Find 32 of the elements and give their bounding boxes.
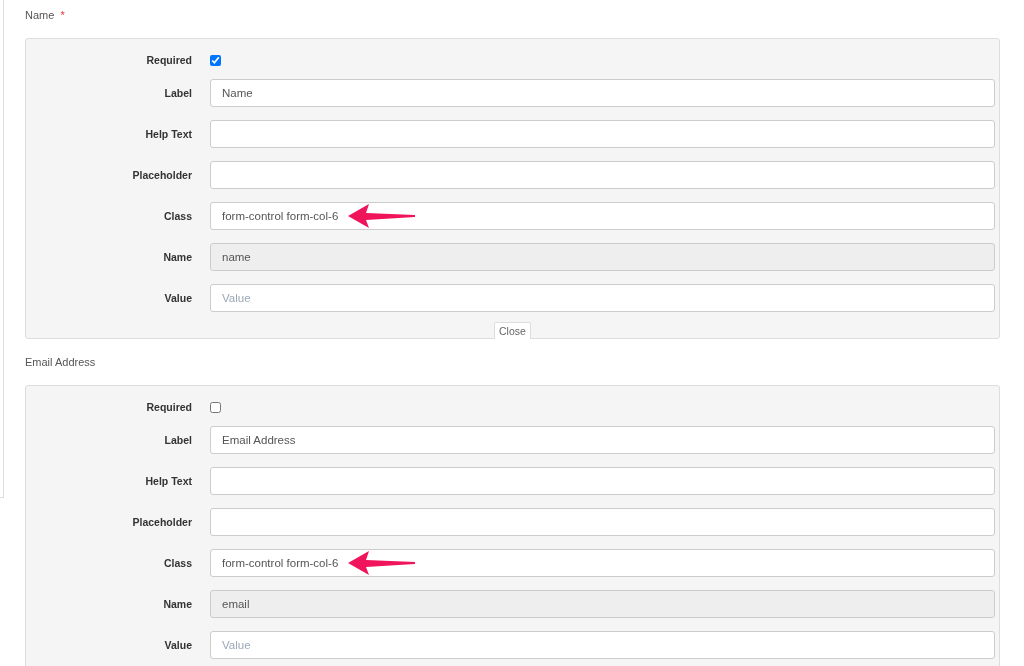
text-input[interactable]: Name	[210, 78, 995, 107]
field-label: Placeholder	[131, 168, 192, 181]
text-input[interactable]: Value	[210, 630, 995, 659]
text-input[interactable]: Email Address	[210, 425, 995, 454]
field-label: Value	[163, 291, 192, 304]
readonly-input[interactable]: email	[210, 589, 995, 618]
field-label: Label	[163, 86, 192, 99]
field-label: Help Text	[144, 127, 192, 140]
field-heading: Email Address	[25, 356, 96, 368]
field-label: Value	[163, 638, 192, 651]
text-input[interactable]	[210, 160, 995, 189]
field-label: Help Text	[144, 474, 192, 487]
field-label: Required	[145, 54, 192, 66]
required-checkbox[interactable]	[210, 401, 221, 413]
readonly-input[interactable]: name	[210, 242, 995, 271]
field-label: Class	[162, 556, 192, 569]
field-label: Label	[163, 433, 192, 446]
field-label: Class	[162, 209, 192, 222]
text-input[interactable]: form-control form-col-6	[210, 548, 995, 577]
field-label: Placeholder	[131, 515, 192, 528]
field-label: Name	[162, 250, 192, 263]
text-input[interactable]: Value	[210, 283, 995, 312]
text-input[interactable]	[210, 507, 995, 536]
text-input[interactable]	[210, 119, 995, 148]
text-input[interactable]: form-control form-col-6	[210, 201, 995, 230]
required-asterisk: *	[60, 9, 65, 21]
field-label: Name	[162, 597, 192, 610]
field-heading: Name	[25, 9, 55, 21]
close-tab[interactable]: Close	[494, 322, 531, 339]
text-input[interactable]	[210, 466, 995, 495]
required-checkbox[interactable]	[210, 54, 221, 66]
field-label: Required	[145, 401, 192, 413]
